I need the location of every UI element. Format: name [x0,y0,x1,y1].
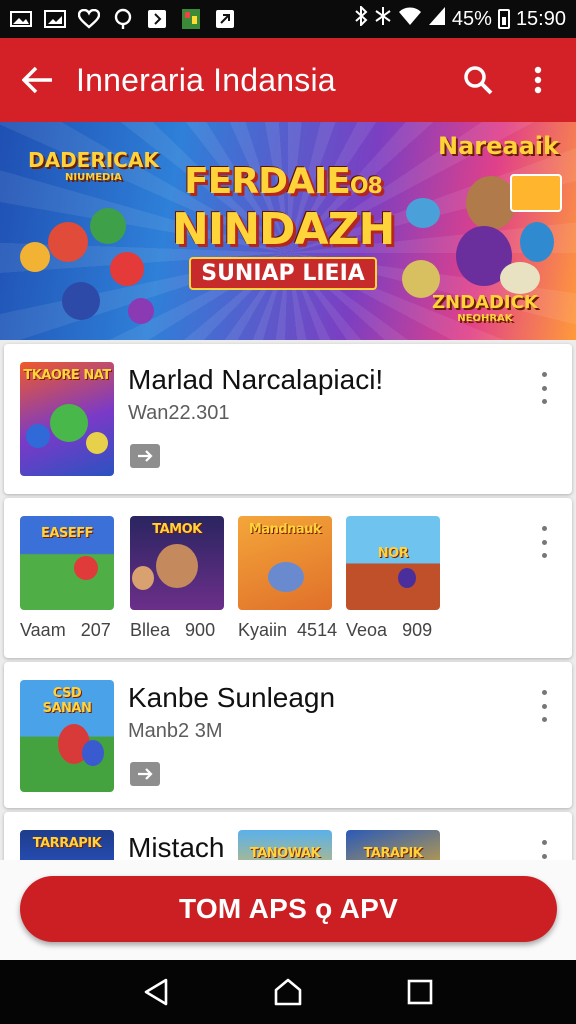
banner-character [90,208,126,244]
page-title: Inneraria Indansia [76,61,336,98]
app-icon [146,9,168,29]
banner-character [500,262,540,294]
arrow-right-icon [138,450,153,462]
banner-prize [510,174,562,212]
banner-character [466,176,516,230]
banner-character [48,222,88,262]
cast-icon [214,9,236,29]
tile-label: Bllea 900 [130,620,216,640]
overflow-menu-button[interactable] [508,38,568,122]
banner-character [128,298,154,324]
list-card[interactable]: EASEFF TAMOK Mandnauk NOR Vaam 207 Bllea… [4,498,572,658]
open-button[interactable] [130,762,160,786]
tile-label: Kyaiin 4514 [238,620,338,640]
banner-tag-left: DADERICAK NIUMEDIA [28,148,159,183]
more-options-button[interactable] [532,524,556,560]
heart-icon [78,9,100,29]
thumb-character [132,566,154,590]
triangle-back-icon [144,978,168,1006]
back-button[interactable] [0,38,76,122]
battery-percent: 45% [451,7,492,30]
banner-headline: FERDAIEO8 NINDAZH SUNIAP LIEIA [172,162,395,290]
banner-character [520,222,554,262]
thumb-character [86,432,108,454]
search-button[interactable] [448,38,508,122]
banner-character [62,282,100,320]
store-icon [180,9,202,29]
photo-icon [44,9,66,29]
tile-label: Veoa 909 [346,620,433,640]
thumb-character [50,404,88,442]
arrow-right-icon [138,768,153,780]
banner-character [110,252,144,286]
item-title: Marlad Narcalapiaci! [128,364,384,395]
game-thumbnail[interactable]: TAMOK [130,516,224,610]
tile-label: Vaam 207 [20,620,111,640]
thumb-character [398,568,416,588]
system-nav-bar [0,960,576,1024]
thumb-character [156,544,198,588]
thumb-character [268,562,304,592]
image-icon [10,9,32,29]
thumb-character [74,556,98,580]
banner-character [406,198,440,228]
featured-banner[interactable]: DADERICAK NIUMEDIA FERDAIEO8 NINDAZH SUN… [0,122,576,340]
thumb-character [82,740,104,766]
app-bar: Inneraria Indansia [0,38,576,122]
wifi-icon [398,6,422,32]
item-title: Kanbe Sunleagn [128,682,336,713]
game-thumbnail[interactable]: NOR [346,516,440,610]
game-thumbnail[interactable]: EASEFF [20,516,114,610]
location-icon [112,8,134,29]
search-icon [464,66,493,95]
list-card[interactable]: CSD SANAN Kanbe Sunleagn Manb2 3M [4,662,572,808]
game-thumbnail[interactable]: Mandnauk [238,516,332,610]
arrow-left-icon [22,66,52,94]
banner-character [20,242,50,272]
vibrate-icon [374,6,392,32]
battery-icon [497,9,510,29]
system-status: 45% 15:90 [354,4,566,32]
nav-back-button[interactable] [136,972,176,1012]
item-subtitle: Wan22.301 [128,402,230,424]
banner-tag-right: Nareaaik [438,132,559,160]
more-vertical-icon [534,66,542,94]
game-thumbnail[interactable]: TKAORE NAT [20,362,114,476]
clock: 15:90 [515,7,566,30]
more-options-button[interactable] [532,370,556,406]
list-card[interactable]: TKAORE NAT Marlad Narcalapiaci! Wan22.30… [4,344,572,494]
open-button[interactable] [130,444,160,468]
signal-icon [428,6,446,32]
bluetooth-icon [354,4,368,32]
nav-home-button[interactable] [268,972,308,1012]
notification-icons [10,8,236,29]
item-subtitle: Manb2 3M [128,720,223,742]
game-thumbnail[interactable]: CSD SANAN [20,680,114,792]
more-options-button[interactable] [532,688,556,724]
square-recents-icon [407,979,433,1005]
banner-tag-bottom-right: ZNDADICK NEOHRAK [432,292,538,324]
thumb-character [26,424,50,448]
nav-recents-button[interactable] [400,972,440,1012]
home-icon [274,978,302,1006]
status-bar: 45% 15:90 [0,0,576,38]
primary-cta-button[interactable]: TOM APS ǫ APV [20,876,557,942]
